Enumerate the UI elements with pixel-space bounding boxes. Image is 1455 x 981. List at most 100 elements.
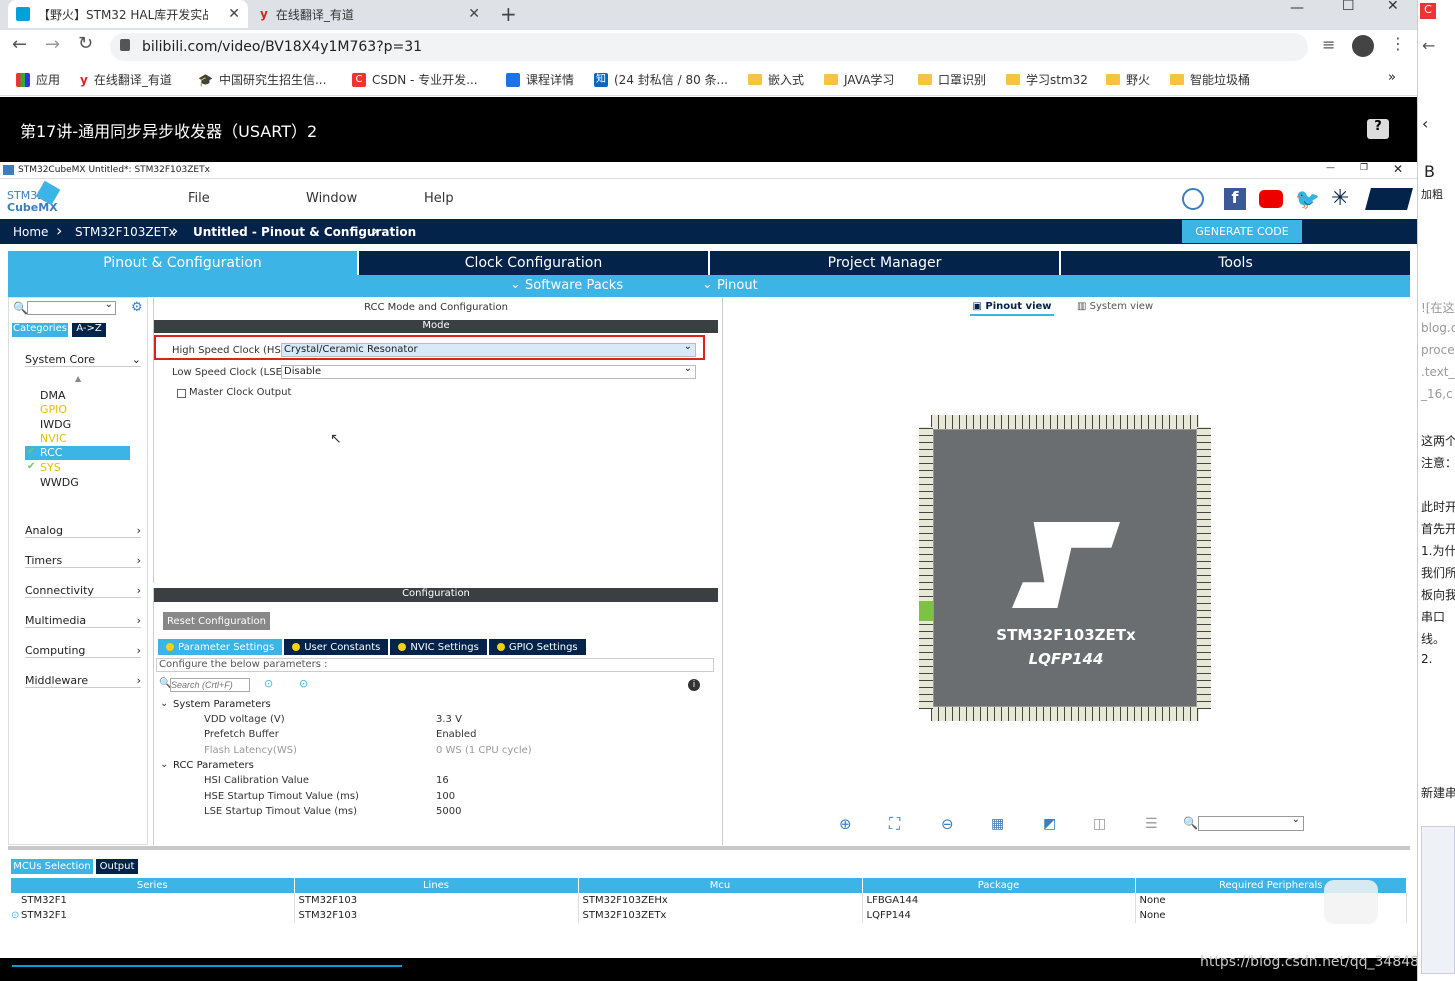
hse-select[interactable]: Crystal/Ceramic Resonator ⌄	[281, 341, 696, 357]
item-wwdg[interactable]: WWDG	[40, 476, 79, 489]
bookmark-embedded[interactable]: 嵌入式	[748, 71, 804, 88]
tab-tools[interactable]: Tools	[1061, 251, 1410, 275]
tab-project-manager[interactable]: Project Manager	[710, 251, 1061, 275]
tab-parameter-settings[interactable]: Parameter Settings	[158, 639, 283, 655]
tab-clock-configuration[interactable]: Clock Configuration	[359, 251, 710, 275]
next-icon[interactable]: ⊙	[299, 677, 308, 690]
tab-mcus-selection[interactable]: MCUs Selection	[11, 859, 93, 874]
profile-avatar[interactable]	[1352, 35, 1374, 57]
item-iwdg[interactable]: IWDG	[40, 418, 71, 431]
bookmark-youdao[interactable]: y 在线翻译_有道	[80, 71, 172, 88]
tab-categories[interactable]: Categories	[12, 323, 68, 337]
bilibili-tv-icon[interactable]	[1324, 880, 1378, 924]
bookmark-java[interactable]: JAVA学习	[824, 71, 894, 88]
more-bookmarks-icon[interactable]: »	[1388, 70, 1396, 85]
zoom-in-icon[interactable]: ⊕	[839, 815, 852, 833]
group-rcc-parameters[interactable]: RCC Parameters	[173, 760, 254, 771]
software-packs-menu[interactable]: Software Packs	[525, 278, 623, 293]
window-close-icon[interactable]: ✕	[1387, 0, 1399, 14]
generate-code-button[interactable]: GENERATE CODE	[1182, 220, 1302, 243]
progress-bar[interactable]	[12, 965, 402, 967]
param-search-input[interactable]	[170, 678, 250, 692]
tab-system-view[interactable]: ▥ System view	[1077, 301, 1153, 312]
split-vertical-icon[interactable]: ◫	[1093, 816, 1106, 832]
tab-pinout-view[interactable]: ▣ Pinout view	[970, 301, 1054, 316]
info-icon[interactable]: i	[688, 679, 700, 691]
pins-top[interactable]	[931, 415, 1199, 429]
bookmark-csdn[interactable]: C CSDN - 专业开发...	[352, 71, 478, 88]
url-input[interactable]: bilibili.com/video/BV18X4y1M763?p=31	[110, 33, 1308, 61]
param-value[interactable]: 5000	[436, 806, 461, 817]
category-search-input[interactable]: ⌄	[27, 299, 116, 315]
close-icon[interactable]: ✕	[1393, 162, 1403, 176]
param-value[interactable]: 100	[436, 791, 455, 802]
item-gpio[interactable]: GPIO	[40, 403, 67, 416]
tab-nvic-settings[interactable]: NVIC Settings	[390, 639, 487, 655]
group-middleware[interactable]: Middleware ›	[25, 674, 141, 688]
group-multimedia[interactable]: Multimedia ›	[25, 614, 141, 628]
close-icon[interactable]: ✕	[228, 6, 240, 22]
breadcrumb-home[interactable]: Home	[13, 219, 48, 244]
tab-user-constants[interactable]: User Constants	[284, 639, 389, 655]
back-icon[interactable]: ←	[12, 34, 27, 55]
param-value[interactable]: 16	[436, 775, 449, 786]
twitter-icon[interactable]: 🐦	[1295, 187, 1320, 211]
group-computing[interactable]: Computing ›	[25, 644, 141, 658]
tab-gpio-settings[interactable]: GPIO Settings	[488, 639, 586, 655]
youtube-icon[interactable]	[1259, 190, 1283, 208]
tab-pinout-configuration[interactable]: Pinout & Configuration	[8, 251, 359, 275]
pins-left[interactable]	[919, 427, 933, 709]
minimize-icon[interactable]: —	[1290, 0, 1304, 16]
menu-window[interactable]: Window	[306, 191, 357, 206]
pin-hse-highlight[interactable]	[919, 601, 933, 621]
breadcrumb-mcu[interactable]: STM32F103ZETx	[75, 219, 176, 244]
gear-icon[interactable]: ⚙	[131, 300, 143, 315]
side-tab[interactable]: C	[1420, 3, 1436, 19]
item-dma[interactable]: DMA	[40, 389, 66, 402]
pins-bottom[interactable]	[931, 707, 1199, 721]
back-icon[interactable]: ←	[1422, 36, 1435, 55]
column-header[interactable]: Mcu	[578, 878, 863, 893]
split-horizontal-icon[interactable]: ☰	[1145, 816, 1158, 832]
breadcrumb-project[interactable]: Untitled - Pinout & Configuration	[193, 219, 416, 244]
bookmark-course[interactable]: 课程详情	[506, 71, 574, 88]
chevron-left-icon[interactable]: ‹	[1422, 114, 1428, 133]
tab-a-z[interactable]: A->Z	[72, 323, 106, 337]
param-value[interactable]: 3.3 V	[436, 714, 462, 725]
bookmark-mask[interactable]: 口罩识别	[918, 71, 986, 88]
item-rcc-selected[interactable]: ✔ RCC	[25, 446, 130, 460]
table-row[interactable]: ⊙ STM32F1 STM32F103 STM32F103ZETx LQFP144…	[11, 908, 1407, 923]
maximize-icon[interactable]: ❐	[1360, 163, 1368, 173]
bookmark-yehuo[interactable]: 野火	[1106, 71, 1150, 88]
browser-tab-bilibili[interactable]: 【野火】STM32 HAL库开发实战 ✕	[8, 0, 248, 28]
bookmark-stm32[interactable]: 学习stm32	[1006, 71, 1088, 88]
tab-output[interactable]: Output	[96, 859, 138, 874]
pin-search-select[interactable]: ⌄	[1198, 814, 1304, 831]
new-tab-button[interactable]: +	[500, 2, 517, 26]
reading-list-icon[interactable]: ≡	[1322, 35, 1335, 54]
item-nvic[interactable]: NVIC	[40, 432, 67, 445]
column-header[interactable]: Lines	[294, 878, 579, 893]
mco-checkbox[interactable]	[177, 389, 186, 398]
prev-icon[interactable]: ⊙	[264, 677, 273, 690]
table-row[interactable]: STM32F1 STM32F103 STM32F103ZEHx LFBGA144…	[11, 893, 1407, 908]
column-header[interactable]: Series	[11, 878, 295, 893]
lse-select[interactable]: Disable ⌄	[281, 363, 696, 379]
menu-icon[interactable]: ⋮	[1390, 34, 1406, 53]
pins-right[interactable]	[1197, 427, 1211, 709]
column-header[interactable]: Package	[862, 878, 1136, 893]
fit-icon[interactable]: ⛶	[889, 814, 900, 834]
group-system-core[interactable]: System Core ⌄	[25, 353, 141, 367]
bookmark-zhihu[interactable]: 知 (24 封私信 / 80 条...	[594, 71, 728, 88]
maximize-icon[interactable]: ☐	[1342, 0, 1355, 14]
reload-icon[interactable]: ↻	[78, 33, 93, 54]
menu-help[interactable]: Help	[424, 191, 454, 206]
minimize-icon[interactable]: —	[1326, 163, 1335, 173]
export-icon[interactable]: ▦	[991, 816, 1004, 832]
bookmark-apps[interactable]: 应用	[16, 71, 60, 88]
bookmark-trash[interactable]: 智能垃圾桶	[1170, 71, 1250, 88]
bookmark-yanzhao[interactable]: 🎓 中国研究生招生信...	[198, 71, 326, 88]
forward-icon[interactable]: →	[45, 34, 60, 55]
menu-file[interactable]: File	[188, 191, 210, 206]
facebook-icon[interactable]: f	[1224, 188, 1246, 210]
